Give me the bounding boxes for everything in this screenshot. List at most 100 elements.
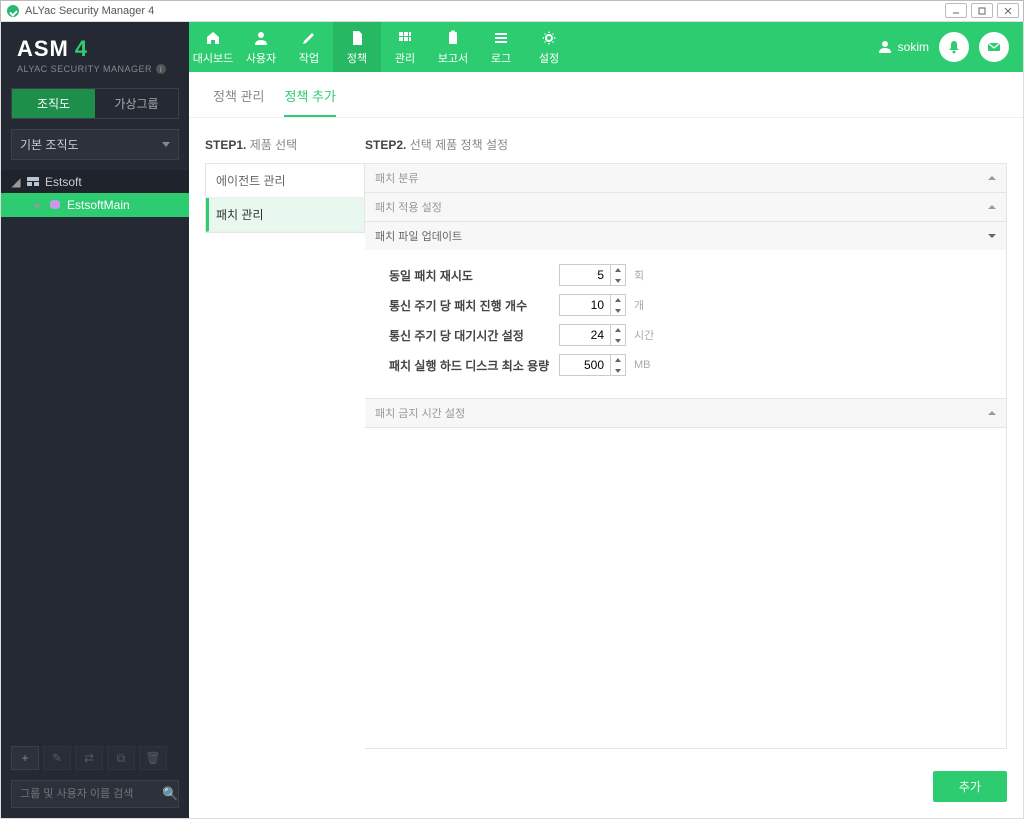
- mail-button[interactable]: [979, 32, 1009, 62]
- accordion-update[interactable]: 패치 파일 업데이트: [365, 222, 1006, 250]
- chevron-up-icon: [988, 411, 996, 415]
- step2-title: STEP2. 선택 제품 정책 설정: [365, 136, 1007, 153]
- org-root-icon: [27, 177, 39, 187]
- spin-up-icon[interactable]: [611, 354, 625, 365]
- product-list: 에이전트 관리 패치 관리: [205, 163, 365, 233]
- field-wait: 통신 주기 당 대기시간 설정 시간: [389, 324, 982, 346]
- group-icon: [49, 199, 61, 211]
- pencil-icon: [301, 29, 317, 47]
- retry-spinbox[interactable]: [559, 264, 626, 286]
- nav-settings[interactable]: 설정: [525, 22, 573, 72]
- info-icon[interactable]: i: [156, 64, 166, 74]
- sidebar: ASM 4 ALYAC SECURITY MANAGER i 조직도 가상그룹 …: [1, 22, 189, 818]
- disk-spinbox[interactable]: [559, 354, 626, 376]
- accordion-apply[interactable]: 패치 적용 설정: [365, 193, 1006, 221]
- minimize-button[interactable]: [945, 3, 967, 18]
- delete-node-button[interactable]: 🗑: [139, 746, 167, 770]
- step1-column: STEP1. 제품 선택 에이전트 관리 패치 관리: [205, 136, 365, 749]
- document-icon: [349, 29, 365, 47]
- per-cycle-input[interactable]: [560, 295, 610, 315]
- tree-child-label: EstsoftMain: [67, 198, 130, 212]
- step2-column: STEP2. 선택 제품 정책 설정 패치 분류 패치 적용 설정: [365, 136, 1007, 749]
- spin-up-icon[interactable]: [611, 294, 625, 305]
- subtabs: 정책 관리 정책 추가: [189, 72, 1023, 118]
- nav-manage[interactable]: 관리: [381, 22, 429, 72]
- brand: ASM 4 ALYAC SECURITY MANAGER i: [1, 22, 189, 84]
- subtab-policy-manage[interactable]: 정책 관리: [213, 86, 264, 117]
- spin-down-icon[interactable]: [611, 275, 625, 286]
- tree-root-row[interactable]: ◢ Estsoft: [1, 170, 189, 194]
- close-button[interactable]: [997, 3, 1019, 18]
- window-titlebar: ALYac Security Manager 4: [0, 0, 1024, 22]
- grid-icon: [397, 29, 413, 47]
- content: STEP1. 제품 선택 에이전트 관리 패치 관리 STEP2. 선택 제품 …: [189, 118, 1023, 761]
- spin-up-icon[interactable]: [611, 324, 625, 335]
- chevron-up-icon: [988, 176, 996, 180]
- chevron-down-icon: [162, 142, 170, 147]
- sidebar-tabs: 조직도 가상그룹: [11, 88, 179, 119]
- nav-report[interactable]: 보고서: [429, 22, 477, 72]
- field-retry: 동일 패치 재시도 회: [389, 264, 982, 286]
- product-item-patch[interactable]: 패치 관리: [206, 198, 364, 232]
- window-title: ALYac Security Manager 4: [25, 5, 154, 17]
- per-cycle-spinbox[interactable]: [559, 294, 626, 316]
- window-buttons: [945, 3, 1019, 18]
- chevron-up-icon: [988, 205, 996, 209]
- accordion-classify[interactable]: 패치 분류: [365, 164, 1006, 192]
- topnav: 대시보드 사용자 작업 정책 관리: [189, 22, 573, 72]
- retry-input[interactable]: [560, 265, 610, 285]
- wait-input[interactable]: [560, 325, 610, 345]
- step1-title: STEP1. 제품 선택: [205, 136, 365, 153]
- sidebar-search-input[interactable]: [20, 788, 162, 800]
- sidebar-search[interactable]: 🔍: [11, 780, 179, 808]
- brand-name: ASM: [17, 36, 69, 62]
- spin-down-icon[interactable]: [611, 305, 625, 316]
- nav-dashboard[interactable]: 대시보드: [189, 22, 237, 72]
- nav-users[interactable]: 사용자: [237, 22, 285, 72]
- org-dropdown[interactable]: 기본 조직도: [11, 129, 179, 160]
- maximize-button[interactable]: [971, 3, 993, 18]
- sidebar-tab-virtual[interactable]: 가상그룹: [95, 89, 178, 118]
- app-icon: [7, 5, 19, 17]
- chevron-down-icon: [988, 234, 996, 238]
- field-disk: 패치 실행 하드 디스크 최소 용량 MB: [389, 354, 982, 376]
- edit-node-button[interactable]: ✎: [43, 746, 71, 770]
- org-dropdown-label: 기본 조직도: [20, 136, 79, 153]
- copy-node-button[interactable]: ⧉: [107, 746, 135, 770]
- subtab-policy-add[interactable]: 정책 추가: [284, 86, 335, 117]
- sidebar-tab-org[interactable]: 조직도: [12, 89, 95, 118]
- topbar-right: sokim: [878, 22, 1023, 72]
- wait-spinbox[interactable]: [559, 324, 626, 346]
- spin-down-icon[interactable]: [611, 365, 625, 376]
- tree-twisty-icon: ▸: [33, 198, 43, 212]
- add-button[interactable]: 추가: [933, 771, 1007, 802]
- accordion-update-body: 동일 패치 재시도 회 통신 주기 당 패치 진행 개수: [365, 250, 1006, 398]
- gear-icon: [541, 29, 557, 47]
- topbar: 대시보드 사용자 작업 정책 관리: [189, 22, 1023, 72]
- add-node-button[interactable]: +: [11, 746, 39, 770]
- accordion-block[interactable]: 패치 금지 시간 설정: [365, 399, 1006, 427]
- product-item-agent[interactable]: 에이전트 관리: [206, 164, 364, 198]
- brand-version: 4: [75, 36, 87, 62]
- nav-log[interactable]: 로그: [477, 22, 525, 72]
- spin-down-icon[interactable]: [611, 335, 625, 346]
- brand-subtitle: ALYAC SECURITY MANAGER: [17, 64, 152, 74]
- field-per-cycle: 통신 주기 당 패치 진행 개수 개: [389, 294, 982, 316]
- tree-root-label: Estsoft: [45, 175, 82, 189]
- sidebar-toolbar: + ✎ ⇄ ⧉ 🗑: [1, 740, 189, 776]
- user-chip[interactable]: sokim: [878, 40, 929, 54]
- user-icon: [253, 29, 269, 47]
- notification-button[interactable]: [939, 32, 969, 62]
- user-name: sokim: [898, 40, 929, 54]
- org-tree: ◢ Estsoft ▸ EstsoftMain: [1, 170, 189, 217]
- accordion: 패치 분류 패치 적용 설정 패치 파일 업데이트: [365, 163, 1007, 749]
- tree-twisty-icon: ◢: [11, 175, 21, 189]
- spin-up-icon[interactable]: [611, 264, 625, 275]
- move-node-button[interactable]: ⇄: [75, 746, 103, 770]
- nav-tasks[interactable]: 작업: [285, 22, 333, 72]
- clipboard-icon: [445, 29, 461, 47]
- nav-policy[interactable]: 정책: [333, 22, 381, 72]
- tree-child-row[interactable]: ▸ EstsoftMain: [1, 193, 189, 217]
- disk-input[interactable]: [560, 355, 610, 375]
- search-icon[interactable]: 🔍: [162, 786, 178, 802]
